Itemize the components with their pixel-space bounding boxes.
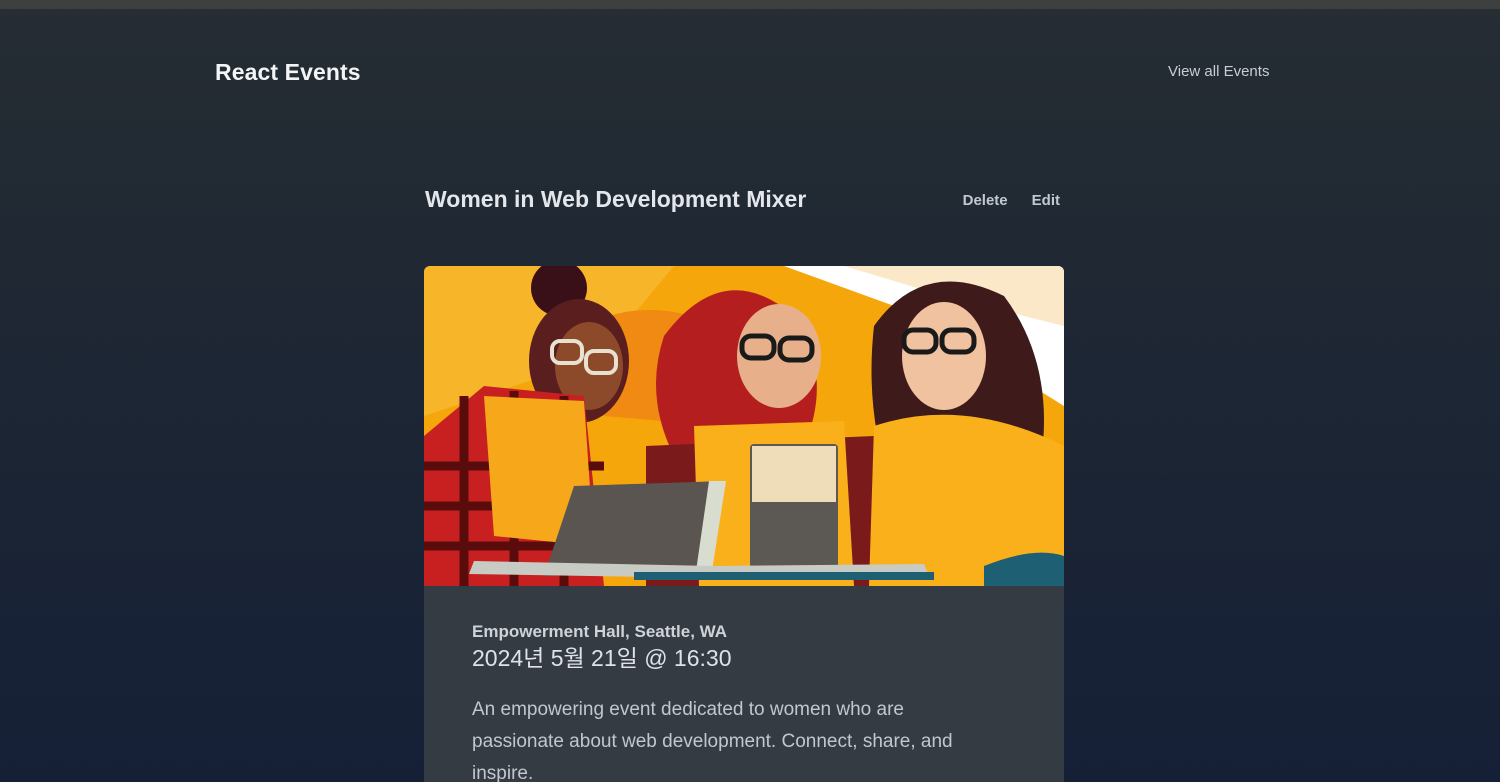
event-header: Women in Web Development Mixer Delete Ed… bbox=[425, 186, 1065, 218]
view-all-events-link[interactable]: View all Events bbox=[1168, 63, 1269, 80]
event-location: Empowerment Hall, Seattle, WA bbox=[472, 622, 728, 641]
event-title: Women in Web Development Mixer bbox=[425, 186, 807, 212]
event-description: An empowering event dedicated to women w… bbox=[472, 699, 953, 782]
brand-logo-link[interactable]: React Events bbox=[215, 59, 361, 86]
event-actions: Delete Edit bbox=[963, 192, 1060, 209]
event-card: Empowerment Hall, Seattle, WA 2024년 5월 2… bbox=[424, 266, 1064, 782]
site-header: React Events View all Events bbox=[0, 9, 1500, 129]
event-image bbox=[424, 266, 1064, 586]
browser-top-strip bbox=[0, 0, 1500, 9]
event-datetime: 2024년 5월 21일 @ 16:30 bbox=[472, 645, 732, 671]
edit-button[interactable]: Edit bbox=[1032, 192, 1060, 209]
event-details: Empowerment Hall, Seattle, WA 2024년 5월 2… bbox=[472, 622, 992, 782]
delete-button[interactable]: Delete bbox=[963, 192, 1008, 209]
